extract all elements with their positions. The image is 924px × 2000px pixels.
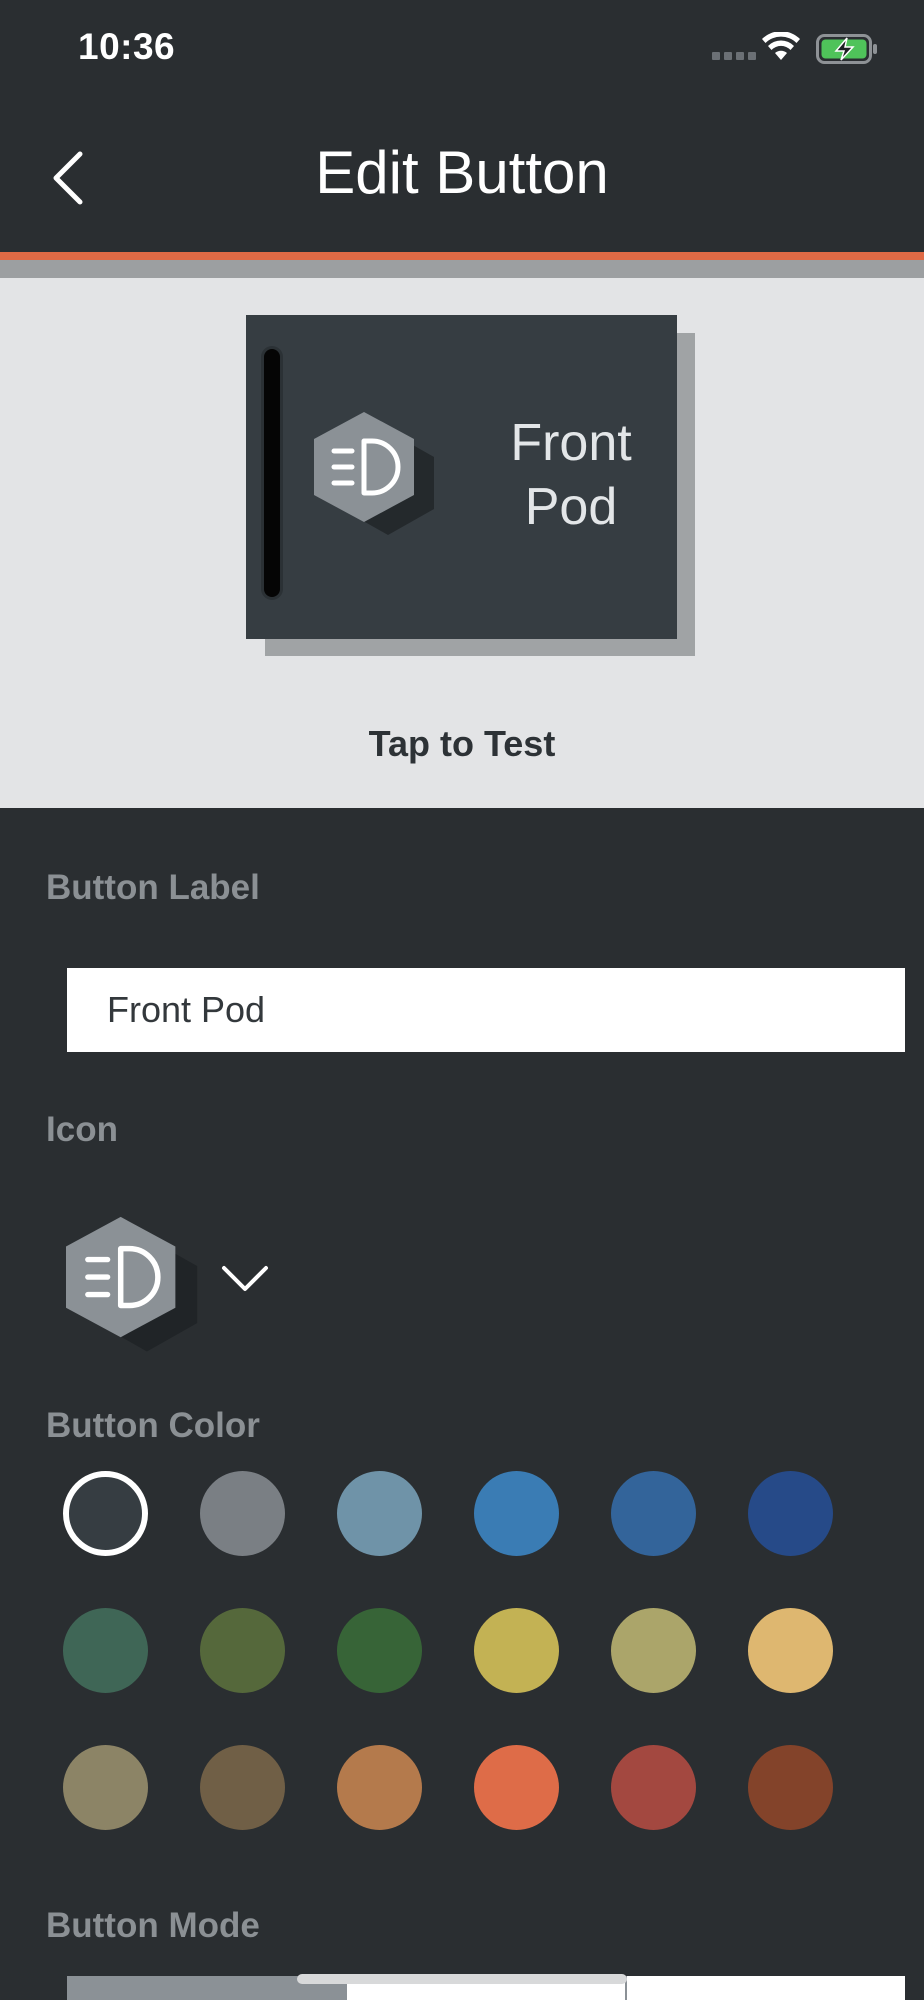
color-swatch[interactable] bbox=[474, 1608, 559, 1693]
home-indicator bbox=[297, 1974, 627, 1984]
preview-label-line1: Front bbox=[510, 414, 632, 472]
nav-header: Edit Button bbox=[0, 100, 924, 252]
color-swatch[interactable] bbox=[337, 1608, 422, 1693]
color-swatch[interactable] bbox=[611, 1608, 696, 1693]
color-swatch[interactable] bbox=[474, 1471, 559, 1556]
header-accent-divider bbox=[0, 252, 924, 260]
icon-dropdown[interactable] bbox=[66, 1208, 286, 1368]
color-swatch[interactable] bbox=[200, 1471, 285, 1556]
tap-to-test-label[interactable]: Tap to Test bbox=[0, 723, 924, 765]
headlight-icon bbox=[314, 412, 434, 535]
color-swatch[interactable] bbox=[63, 1608, 148, 1693]
preview-button-label: Front Pod bbox=[466, 411, 676, 539]
color-swatch[interactable] bbox=[337, 1471, 422, 1556]
color-swatch[interactable] bbox=[748, 1471, 833, 1556]
button-label-heading: Button Label bbox=[46, 868, 260, 907]
cellular-signal-icon bbox=[712, 52, 756, 60]
preview-label-line2: Pod bbox=[524, 478, 618, 536]
preview-button[interactable]: Front Pod bbox=[246, 315, 677, 639]
button-preview-area: Front Pod Tap to Test bbox=[0, 278, 924, 808]
color-swatch[interactable] bbox=[337, 1745, 422, 1830]
status-bar: 10:36 bbox=[0, 0, 924, 100]
color-swatch[interactable] bbox=[200, 1608, 285, 1693]
button-label-input[interactable] bbox=[67, 968, 905, 1052]
status-time: 10:36 bbox=[78, 26, 176, 67]
battery-charging-icon bbox=[816, 34, 877, 64]
mode-segment-3[interactable] bbox=[625, 1976, 905, 2000]
color-swatch[interactable] bbox=[63, 1745, 148, 1830]
color-swatch[interactable] bbox=[200, 1745, 285, 1830]
color-swatch[interactable] bbox=[611, 1471, 696, 1556]
color-swatch[interactable] bbox=[611, 1745, 696, 1830]
preview-status-indicator bbox=[264, 349, 280, 597]
wifi-icon bbox=[762, 32, 800, 60]
button-mode-heading: Button Mode bbox=[46, 1906, 260, 1945]
color-swatch[interactable] bbox=[63, 1471, 148, 1556]
chevron-down-icon[interactable] bbox=[220, 1264, 270, 1294]
icon-heading: Icon bbox=[46, 1110, 118, 1149]
headlight-icon bbox=[66, 1216, 198, 1352]
color-swatch[interactable] bbox=[748, 1745, 833, 1830]
button-color-heading: Button Color bbox=[46, 1406, 260, 1445]
page-title: Edit Button bbox=[315, 139, 609, 206]
color-swatch[interactable] bbox=[474, 1745, 559, 1830]
color-swatch-grid bbox=[63, 1471, 853, 1830]
header-gray-divider bbox=[0, 260, 924, 278]
color-swatch[interactable] bbox=[748, 1608, 833, 1693]
